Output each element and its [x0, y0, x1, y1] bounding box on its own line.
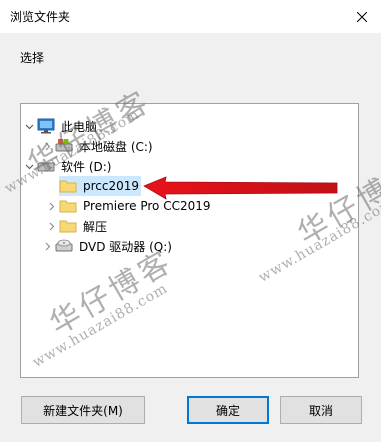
folder-icon [59, 178, 77, 194]
expanded-chevron-icon[interactable] [21, 156, 37, 176]
new-folder-button[interactable]: 新建文件夹(M) [21, 396, 145, 424]
folder-tree[interactable]: 此电脑 本地磁盘 (C:) 软件 (D:) prcc2019 Premiere … [20, 103, 359, 378]
title-bar: 浏览文件夹 [0, 0, 381, 33]
tree-item-label: prcc2019 [83, 179, 140, 193]
drive-icon [37, 158, 55, 174]
tree-item-prcc2019[interactable]: prcc2019 [59, 176, 142, 196]
tree-item-premiere-pro-cc2019[interactable]: Premiere Pro CC2019 [43, 196, 213, 216]
close-button[interactable] [343, 0, 381, 33]
dialog-title: 浏览文件夹 [10, 10, 71, 24]
expanded-chevron-icon[interactable] [21, 116, 37, 136]
browse-folder-dialog: 浏览文件夹 选择 此电脑 本地磁盘 (C:) 软件 (D:) prcc2019 … [0, 0, 381, 442]
collapsed-chevron-icon[interactable] [43, 196, 59, 216]
tree-item-drive-d[interactable]: 软件 (D:) [21, 156, 113, 176]
tree-item-label: 此电脑 [61, 119, 98, 134]
tree-item-dvd-drive[interactable]: DVD 驱动器 (Q:) [39, 236, 174, 256]
folder-icon [59, 218, 77, 234]
instruction-text: 选择 [20, 51, 45, 65]
close-icon [357, 11, 367, 22]
computer-icon [37, 118, 55, 134]
folder-icon [59, 198, 77, 214]
collapsed-chevron-icon[interactable] [39, 136, 55, 156]
drive-icon [55, 138, 73, 154]
tree-item-jieya[interactable]: 解压 [43, 216, 109, 236]
tree-item-label: 本地磁盘 (C:) [79, 139, 153, 154]
tree-item-label: 软件 (D:) [61, 159, 112, 174]
tree-item-drive-c[interactable]: 本地磁盘 (C:) [39, 136, 155, 156]
cancel-button[interactable]: 取消 [280, 396, 362, 424]
tree-item-this-pc[interactable]: 此电脑 [21, 116, 99, 136]
tree-item-label: 解压 [83, 219, 108, 234]
ok-button[interactable]: 确定 [187, 396, 269, 424]
tree-item-label: Premiere Pro CC2019 [83, 199, 211, 213]
dvd-drive-icon [55, 238, 73, 254]
tree-item-label: DVD 驱动器 (Q:) [79, 239, 172, 254]
collapsed-chevron-icon[interactable] [39, 236, 55, 256]
collapsed-chevron-icon[interactable] [43, 216, 59, 236]
